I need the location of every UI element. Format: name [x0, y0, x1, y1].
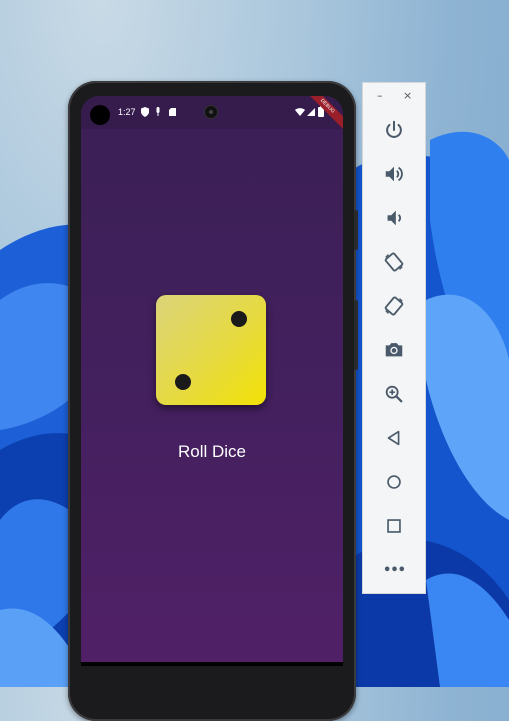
power-button[interactable] — [378, 115, 410, 145]
home-circle-icon — [387, 475, 401, 489]
zoom-button[interactable] — [378, 379, 410, 409]
mic-icon — [155, 107, 161, 119]
signal-icon — [307, 108, 315, 118]
phone-screen[interactable]: 1:27 DEBUG Roll Dice — [81, 96, 343, 666]
phone-volume-button — [354, 300, 358, 370]
screenshot-button[interactable] — [378, 335, 410, 365]
camera-cutout — [204, 105, 218, 119]
wifi-icon — [295, 108, 305, 118]
dice-image[interactable] — [156, 295, 266, 405]
shield-icon — [141, 107, 149, 119]
overview-button[interactable] — [378, 511, 410, 541]
roll-dice-button[interactable]: Roll Dice — [81, 442, 343, 462]
zoom-icon — [385, 385, 403, 403]
back-triangle-icon — [387, 430, 400, 446]
sd-card-icon — [169, 108, 176, 118]
rotate-right-button[interactable] — [378, 291, 410, 321]
overview-square-icon — [387, 519, 401, 533]
minimize-button[interactable]: – — [377, 89, 383, 102]
status-time: 1:27 — [118, 107, 136, 117]
back-button[interactable] — [378, 423, 410, 453]
front-camera-punch-hole — [90, 105, 110, 125]
volume-up-button[interactable] — [378, 159, 410, 189]
home-button[interactable] — [378, 467, 410, 497]
camera-icon — [385, 343, 403, 357]
more-dots-icon: ••• — [383, 562, 406, 578]
dice-pip — [175, 374, 191, 390]
volume-down-icon — [387, 210, 401, 226]
more-button[interactable]: ••• — [378, 555, 410, 585]
rotate-left-button[interactable] — [378, 247, 410, 277]
phone-side-button — [354, 210, 358, 250]
navigation-bar — [81, 662, 343, 666]
volume-up-icon — [385, 166, 403, 182]
status-bar: 1:27 DEBUG — [81, 96, 343, 131]
rotate-left-icon — [384, 252, 404, 272]
dice-pip — [231, 311, 247, 327]
close-button[interactable]: × — [403, 89, 412, 102]
volume-down-button[interactable] — [378, 203, 410, 233]
rotate-right-icon — [384, 296, 404, 316]
power-icon — [386, 120, 402, 138]
emulator-toolbar: – × ••• — [362, 82, 426, 594]
